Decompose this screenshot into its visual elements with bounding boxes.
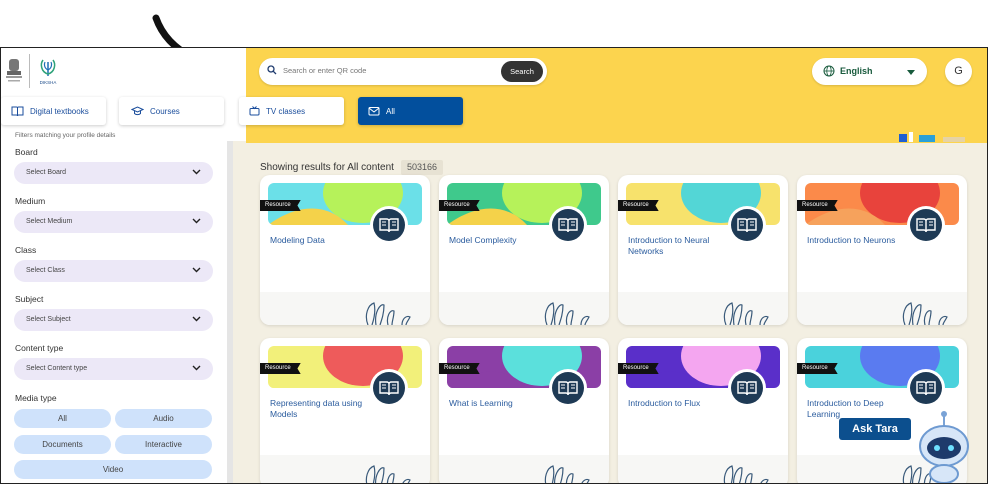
- select-value: Select Subject: [26, 316, 71, 323]
- search-icon: [267, 65, 277, 75]
- tab-label: All: [386, 106, 395, 116]
- plant-illustration-icon: [723, 465, 769, 483]
- content-card[interactable]: Resource Introduction to Flux: [618, 338, 788, 483]
- resource-badge: Resource: [439, 200, 480, 211]
- language-selector[interactable]: English: [812, 58, 927, 85]
- book-icon: [11, 106, 24, 116]
- tab-label: Digital textbooks: [30, 106, 89, 116]
- medium-select[interactable]: Select Medium: [14, 211, 213, 233]
- tab-label: Courses: [150, 106, 180, 116]
- content-type-select[interactable]: Select Content type: [14, 358, 213, 380]
- search-bar[interactable]: Search or enter QR code Search: [259, 58, 547, 85]
- user-avatar[interactable]: G: [945, 58, 972, 85]
- plant-illustration-icon: [723, 302, 769, 325]
- media-option-documents[interactable]: Documents: [14, 435, 111, 454]
- plant-illustration-icon: [365, 302, 411, 325]
- national-emblem-icon: [6, 59, 22, 82]
- diksha-logo-icon[interactable]: DIKSHA: [37, 54, 59, 86]
- media-option-all[interactable]: All: [14, 409, 111, 428]
- content-card[interactable]: Resource What is Learning: [439, 338, 609, 483]
- content-card[interactable]: Resource Representing data using Models: [260, 338, 430, 483]
- search-input[interactable]: Search or enter QR code: [283, 66, 366, 75]
- content-card[interactable]: Resource Introduction to Neural Networks: [618, 175, 788, 325]
- sidebar-scrollbar[interactable]: [227, 141, 233, 483]
- tab-tv-classes[interactable]: TV classes: [239, 97, 344, 125]
- card-title: Representing data using Models: [270, 398, 363, 419]
- filter-label-media-type: Media type: [15, 393, 57, 403]
- content-card[interactable]: Resource Model Complexity: [439, 175, 609, 325]
- logo-text: DIKSHA: [40, 80, 57, 85]
- card-title: Modeling Data: [270, 235, 325, 245]
- select-value: Select Class: [26, 267, 65, 274]
- search-button[interactable]: Search: [501, 61, 543, 82]
- resource-badge: Resource: [260, 363, 301, 374]
- media-option-video[interactable]: Video: [14, 460, 212, 479]
- subject-select[interactable]: Select Subject: [14, 309, 213, 331]
- resource-badge: Resource: [797, 200, 838, 211]
- media-option-audio[interactable]: Audio: [115, 409, 212, 428]
- resource-badge: Resource: [439, 363, 480, 374]
- filter-note: Filters matching your profile details: [15, 132, 116, 139]
- tv-icon: [249, 106, 260, 116]
- card-title: Introduction to Deep Learning: [807, 398, 884, 419]
- globe-icon: [823, 65, 835, 77]
- results-count: 503166: [401, 160, 444, 175]
- logo-divider: [29, 54, 30, 88]
- language-value: English: [840, 66, 873, 76]
- graduation-cap-icon: [131, 106, 144, 116]
- chevron-down-icon: [192, 267, 201, 273]
- select-value: Select Medium: [26, 218, 73, 225]
- tab-label: TV classes: [266, 106, 306, 116]
- card-title: What is Learning: [449, 398, 513, 408]
- filter-label-subject: Subject: [15, 294, 44, 304]
- chevron-down-icon: [192, 365, 201, 371]
- plant-illustration-icon: [544, 465, 590, 483]
- ask-tara-button[interactable]: Ask Tara: [839, 418, 911, 440]
- plant-illustration-icon: [365, 465, 411, 483]
- plant-illustration-icon: [902, 302, 948, 325]
- chevron-down-icon: [192, 218, 201, 224]
- results-title: Showing results for All content: [260, 162, 394, 173]
- select-value: Select Content type: [26, 365, 88, 372]
- filter-label-content-type: Content type: [15, 343, 64, 353]
- card-title: Introduction to Neurons: [807, 235, 896, 245]
- content-card[interactable]: Resource Modeling Data: [260, 175, 430, 325]
- card-title: Introduction to Flux: [628, 398, 701, 408]
- content-card[interactable]: Resource Introduction to Neurons: [797, 175, 967, 325]
- robot-assistant-icon[interactable]: [914, 410, 970, 484]
- filter-label-board: Board: [15, 147, 38, 157]
- header-decoration: [899, 132, 965, 142]
- chevron-down-icon: [192, 316, 201, 322]
- resource-badge: Resource: [618, 200, 659, 211]
- class-select[interactable]: Select Class: [14, 260, 213, 282]
- board-select[interactable]: Select Board: [14, 162, 213, 184]
- select-value: Select Board: [26, 169, 67, 176]
- filter-label-medium: Medium: [15, 196, 46, 206]
- resource-badge: Resource: [618, 363, 659, 374]
- tab-digital-textbooks[interactable]: Digital textbooks: [1, 97, 106, 125]
- tab-all[interactable]: All: [358, 97, 463, 125]
- envelope-icon: [368, 107, 380, 116]
- card-title: Model Complexity: [449, 235, 517, 245]
- chevron-down-icon: [192, 169, 201, 175]
- plant-illustration-icon: [544, 302, 590, 325]
- filter-label-class: Class: [15, 245, 37, 255]
- media-option-interactive[interactable]: Interactive: [115, 435, 212, 454]
- app-window: DIKSHA Search or enter QR code Search En…: [0, 47, 988, 484]
- tab-courses[interactable]: Courses: [119, 97, 224, 125]
- card-title: Introduction to Neural Networks: [628, 235, 710, 256]
- resource-badge: Resource: [260, 200, 301, 211]
- chevron-down-icon: [907, 70, 915, 75]
- resource-badge: Resource: [797, 363, 838, 374]
